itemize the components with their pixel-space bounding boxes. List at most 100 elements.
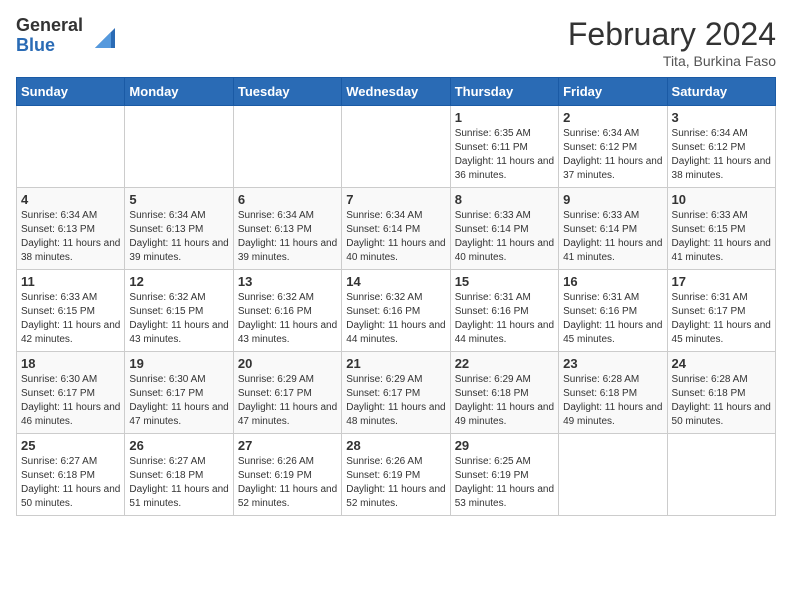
day-number: 19 xyxy=(129,356,228,371)
weekday-header-cell: Monday xyxy=(125,78,233,106)
day-number: 11 xyxy=(21,274,120,289)
calendar-cell: 18 Sunrise: 6:30 AM Sunset: 6:17 PM Dayli… xyxy=(17,352,125,434)
page-header: General Blue February 2024 Tita, Burkina… xyxy=(16,16,776,69)
calendar-cell xyxy=(125,106,233,188)
day-info: Sunrise: 6:34 AM Sunset: 6:13 PM Dayligh… xyxy=(238,209,337,265)
logo-icon xyxy=(87,20,119,52)
day-info: Sunrise: 6:25 AM Sunset: 6:19 PM Dayligh… xyxy=(455,455,554,511)
day-info: Sunrise: 6:34 AM Sunset: 6:14 PM Dayligh… xyxy=(346,209,445,265)
day-info: Sunrise: 6:30 AM Sunset: 6:17 PM Dayligh… xyxy=(129,373,228,429)
calendar-cell: 3 Sunrise: 6:34 AM Sunset: 6:12 PM Daylig… xyxy=(667,106,775,188)
day-number: 28 xyxy=(346,438,445,453)
calendar-cell: 17 Sunrise: 6:31 AM Sunset: 6:17 PM Dayli… xyxy=(667,270,775,352)
day-info: Sunrise: 6:29 AM Sunset: 6:17 PM Dayligh… xyxy=(238,373,337,429)
calendar-week-row: 11 Sunrise: 6:33 AM Sunset: 6:15 PM Dayli… xyxy=(17,270,776,352)
calendar-cell: 8Sunrise: 6:33 AM Sunset: 6:14 PM Daylig… xyxy=(450,188,558,270)
day-number: 1 xyxy=(455,110,554,125)
day-info: Sunrise: 6:33 AM Sunset: 6:15 PM Dayligh… xyxy=(21,291,120,347)
day-info: Sunrise: 6:34 AM Sunset: 6:12 PM Dayligh… xyxy=(563,127,662,183)
calendar-cell: 20Sunrise: 6:29 AM Sunset: 6:17 PM Dayli… xyxy=(233,352,341,434)
calendar-cell xyxy=(233,106,341,188)
title-area: February 2024 Tita, Burkina Faso xyxy=(568,16,776,69)
calendar-cell: 2 Sunrise: 6:34 AM Sunset: 6:12 PM Daylig… xyxy=(559,106,667,188)
month-title: February 2024 xyxy=(568,16,776,53)
day-number: 13 xyxy=(238,274,337,289)
day-number: 14 xyxy=(346,274,445,289)
logo-general: General xyxy=(16,16,83,36)
calendar-cell xyxy=(17,106,125,188)
day-number: 29 xyxy=(455,438,554,453)
day-info: Sunrise: 6:35 AM Sunset: 6:11 PM Dayligh… xyxy=(455,127,554,183)
calendar-cell: 1 Sunrise: 6:35 AM Sunset: 6:11 PM Daylig… xyxy=(450,106,558,188)
day-info: Sunrise: 6:26 AM Sunset: 6:19 PM Dayligh… xyxy=(346,455,445,511)
calendar-cell: 10Sunrise: 6:33 AM Sunset: 6:15 PM Dayli… xyxy=(667,188,775,270)
day-number: 24 xyxy=(672,356,771,371)
calendar-cell: 13 Sunrise: 6:32 AM Sunset: 6:16 PM Dayli… xyxy=(233,270,341,352)
day-info: Sunrise: 6:32 AM Sunset: 6:16 PM Dayligh… xyxy=(238,291,337,347)
day-number: 17 xyxy=(672,274,771,289)
day-number: 2 xyxy=(563,110,662,125)
day-info: Sunrise: 6:28 AM Sunset: 6:18 PM Dayligh… xyxy=(563,373,662,429)
day-number: 5 xyxy=(129,192,228,207)
day-info: Sunrise: 6:33 AM Sunset: 6:14 PM Dayligh… xyxy=(455,209,554,265)
day-info: Sunrise: 6:31 AM Sunset: 6:17 PM Dayligh… xyxy=(672,291,771,347)
weekday-header-cell: Saturday xyxy=(667,78,775,106)
day-info: Sunrise: 6:27 AM Sunset: 6:18 PM Dayligh… xyxy=(21,455,120,511)
calendar-week-row: 4 Sunrise: 6:34 AM Sunset: 6:13 PM Daylig… xyxy=(17,188,776,270)
calendar-cell: 14 Sunrise: 6:32 AM Sunset: 6:16 PM Dayli… xyxy=(342,270,450,352)
day-info: Sunrise: 6:26 AM Sunset: 6:19 PM Dayligh… xyxy=(238,455,337,511)
calendar-cell xyxy=(667,434,775,516)
day-number: 7 xyxy=(346,192,445,207)
day-info: Sunrise: 6:34 AM Sunset: 6:12 PM Dayligh… xyxy=(672,127,771,183)
calendar-cell: 15 Sunrise: 6:31 AM Sunset: 6:16 PM Dayli… xyxy=(450,270,558,352)
day-info: Sunrise: 6:33 AM Sunset: 6:14 PM Dayligh… xyxy=(563,209,662,265)
location-title: Tita, Burkina Faso xyxy=(568,53,776,69)
day-number: 23 xyxy=(563,356,662,371)
day-number: 27 xyxy=(238,438,337,453)
calendar-cell: 19 Sunrise: 6:30 AM Sunset: 6:17 PM Dayli… xyxy=(125,352,233,434)
calendar-cell: 29 Sunrise: 6:25 AM Sunset: 6:19 PM Dayli… xyxy=(450,434,558,516)
day-number: 26 xyxy=(129,438,228,453)
day-info: Sunrise: 6:34 AM Sunset: 6:13 PM Dayligh… xyxy=(129,209,228,265)
logo: General Blue xyxy=(16,16,119,56)
calendar-cell: 21 Sunrise: 6:29 AM Sunset: 6:17 PM Dayli… xyxy=(342,352,450,434)
day-number: 18 xyxy=(21,356,120,371)
calendar-week-row: 25Sunrise: 6:27 AM Sunset: 6:18 PM Dayli… xyxy=(17,434,776,516)
calendar-cell: 25Sunrise: 6:27 AM Sunset: 6:18 PM Dayli… xyxy=(17,434,125,516)
day-number: 21 xyxy=(346,356,445,371)
calendar-cell: 5 Sunrise: 6:34 AM Sunset: 6:13 PM Daylig… xyxy=(125,188,233,270)
day-info: Sunrise: 6:33 AM Sunset: 6:15 PM Dayligh… xyxy=(672,209,771,265)
weekday-header-cell: Wednesday xyxy=(342,78,450,106)
day-number: 3 xyxy=(672,110,771,125)
calendar-week-row: 18 Sunrise: 6:30 AM Sunset: 6:17 PM Dayli… xyxy=(17,352,776,434)
weekday-header-cell: Friday xyxy=(559,78,667,106)
calendar-cell: 22 Sunrise: 6:29 AM Sunset: 6:18 PM Dayli… xyxy=(450,352,558,434)
day-info: Sunrise: 6:29 AM Sunset: 6:17 PM Dayligh… xyxy=(346,373,445,429)
day-info: Sunrise: 6:29 AM Sunset: 6:18 PM Dayligh… xyxy=(455,373,554,429)
day-info: Sunrise: 6:27 AM Sunset: 6:18 PM Dayligh… xyxy=(129,455,228,511)
day-number: 16 xyxy=(563,274,662,289)
calendar-cell: 26 Sunrise: 6:27 AM Sunset: 6:18 PM Dayli… xyxy=(125,434,233,516)
day-info: Sunrise: 6:28 AM Sunset: 6:18 PM Dayligh… xyxy=(672,373,771,429)
weekday-header-cell: Thursday xyxy=(450,78,558,106)
calendar-cell: 9 Sunrise: 6:33 AM Sunset: 6:14 PM Daylig… xyxy=(559,188,667,270)
calendar-cell: 6 Sunrise: 6:34 AM Sunset: 6:13 PM Daylig… xyxy=(233,188,341,270)
day-info: Sunrise: 6:30 AM Sunset: 6:17 PM Dayligh… xyxy=(21,373,120,429)
day-number: 15 xyxy=(455,274,554,289)
day-number: 9 xyxy=(563,192,662,207)
day-info: Sunrise: 6:31 AM Sunset: 6:16 PM Dayligh… xyxy=(563,291,662,347)
calendar-cell xyxy=(559,434,667,516)
weekday-header-cell: Tuesday xyxy=(233,78,341,106)
calendar-table: SundayMondayTuesdayWednesdayThursdayFrid… xyxy=(16,77,776,516)
day-info: Sunrise: 6:31 AM Sunset: 6:16 PM Dayligh… xyxy=(455,291,554,347)
calendar-cell: 16 Sunrise: 6:31 AM Sunset: 6:16 PM Dayli… xyxy=(559,270,667,352)
calendar-body: 1 Sunrise: 6:35 AM Sunset: 6:11 PM Daylig… xyxy=(17,106,776,516)
day-number: 6 xyxy=(238,192,337,207)
day-number: 22 xyxy=(455,356,554,371)
day-info: Sunrise: 6:32 AM Sunset: 6:16 PM Dayligh… xyxy=(346,291,445,347)
calendar-cell: 4Sunrise: 6:34 AM Sunset: 6:13 PM Daylig… xyxy=(17,188,125,270)
calendar-cell: 27 Sunrise: 6:26 AM Sunset: 6:19 PM Dayli… xyxy=(233,434,341,516)
day-number: 4 xyxy=(21,192,120,207)
weekday-header-row: SundayMondayTuesdayWednesdayThursdayFrid… xyxy=(17,78,776,106)
calendar-cell: 28 Sunrise: 6:26 AM Sunset: 6:19 PM Dayli… xyxy=(342,434,450,516)
